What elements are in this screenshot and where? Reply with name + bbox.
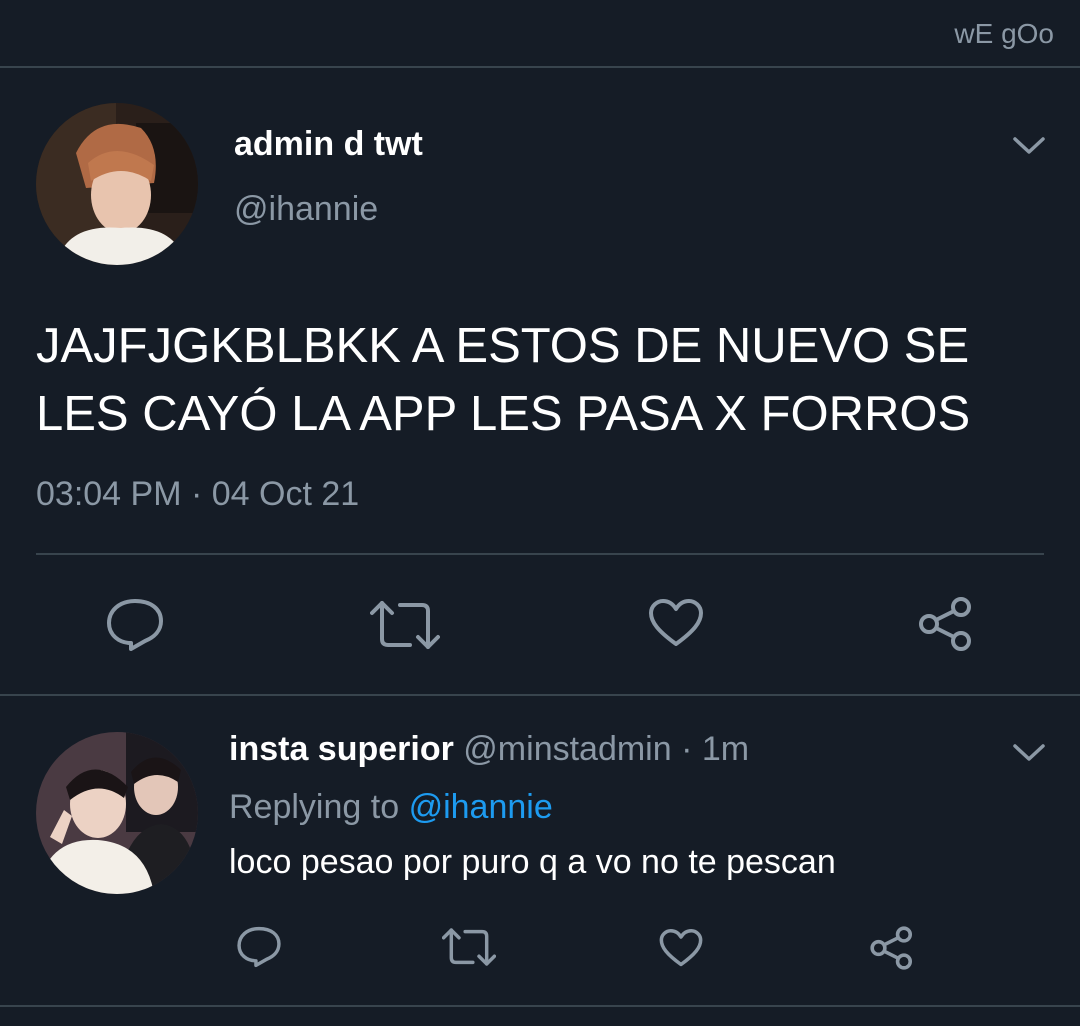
main-tweet-chevron-down-icon[interactable] [1012, 136, 1046, 156]
reply-tweet-avatar[interactable] [36, 732, 198, 894]
main-tweet-inner-divider [36, 553, 1044, 555]
reply-header-separator: · [681, 730, 693, 768]
share-icon[interactable] [917, 595, 975, 653]
main-tweet-text-line-2: LES CAYÓ LA APP LES PASA X FORROS [36, 387, 971, 441]
main-tweet-avatar[interactable] [36, 103, 198, 265]
share-icon[interactable] [869, 925, 915, 971]
like-icon[interactable] [648, 598, 704, 648]
main-tweet-timestamp: 03:04 PM · 04 Oct 21 [36, 475, 359, 514]
reply-tweet-text: loco pesao por puro q a vo no te pescan [229, 843, 836, 881]
like-icon[interactable] [659, 928, 703, 968]
reply-icon[interactable] [105, 597, 165, 653]
replying-to-line: Replying to @ihannie [229, 788, 553, 827]
reply-tweet-handle[interactable]: @minstadmin [463, 730, 671, 768]
retweet-icon[interactable] [442, 927, 496, 967]
top-bar-label: wE gOo [954, 18, 1054, 49]
main-tweet-handle[interactable]: @ihannie [234, 190, 378, 229]
main-tweet-text: JAJFJGKBLBKK A ESTOS DE NUEVO SE LES CAY… [36, 312, 1046, 448]
tweet-divider [0, 694, 1080, 696]
bottom-divider [0, 1005, 1080, 1007]
reply-tweet-display-name[interactable]: insta superior [229, 730, 454, 768]
top-divider [0, 66, 1080, 68]
tweet-detail-screen: wE gOo admin d twt @ihannie JAJFJGKBLBKK… [0, 0, 1080, 1026]
reply-tweet-header: insta superior @minstadmin · 1m [229, 730, 749, 769]
main-tweet-text-line-1: JAJFJGKBLBKK A ESTOS DE NUEVO SE [36, 319, 970, 373]
replying-to-mention[interactable]: @ihannie [409, 788, 553, 826]
main-tweet-time: 03:04 PM [36, 475, 182, 513]
replying-to-prefix: Replying to [229, 788, 400, 826]
top-bar: wE gOo [0, 0, 1080, 66]
reply-tweet-chevron-down-icon[interactable] [1012, 743, 1046, 763]
main-tweet-display-name[interactable]: admin d twt [234, 125, 423, 164]
retweet-icon[interactable] [370, 599, 440, 651]
main-tweet-date: 04 Oct 21 [211, 475, 360, 513]
reply-icon[interactable] [236, 925, 282, 969]
timestamp-separator: · [190, 475, 203, 513]
reply-tweet-age: 1m [701, 730, 750, 768]
